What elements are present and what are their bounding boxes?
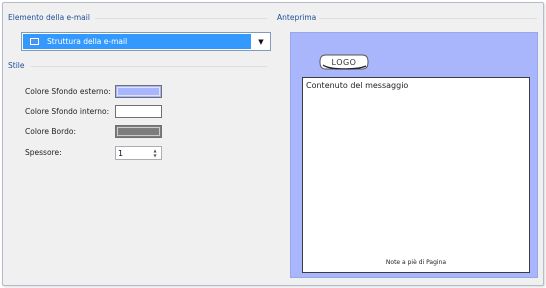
chevron-down-icon[interactable]: ▼ bbox=[252, 33, 270, 50]
preview-outer-area: LOGO Contenuto del messaggio Note a piè … bbox=[290, 32, 538, 278]
element-group-title: Elemento della e-mail bbox=[8, 13, 93, 22]
preview-group-title: Anteprima bbox=[277, 13, 320, 22]
thickness-input[interactable] bbox=[118, 147, 148, 159]
thickness-stepper[interactable]: ▲ ▼ bbox=[115, 146, 162, 160]
border-color-swatch[interactable] bbox=[115, 125, 162, 138]
style-editor-panel: Elemento della e-mail Struttura della e-… bbox=[2, 2, 544, 286]
dropdown-selected-label: Struttura della e-mail bbox=[47, 37, 128, 46]
preview-message-box: Contenuto del messaggio Note a piè di Pa… bbox=[302, 77, 530, 273]
preview-footer-text: Note a piè di Pagina bbox=[385, 259, 447, 266]
inner-bg-label: Colore Sfondo interno: bbox=[25, 107, 110, 116]
box-icon bbox=[30, 38, 39, 45]
dropdown-selected-item: Struttura della e-mail bbox=[23, 34, 251, 49]
preview-group-divider bbox=[319, 18, 537, 19]
email-element-dropdown[interactable]: Struttura della e-mail ▼ bbox=[21, 32, 271, 51]
style-group-title: Stile bbox=[8, 61, 28, 70]
thickness-label: Spessore: bbox=[25, 148, 62, 157]
arrow-down-icon[interactable]: ▼ bbox=[150, 153, 160, 158]
style-group-divider bbox=[31, 66, 267, 67]
outer-bg-color-swatch[interactable] bbox=[115, 85, 162, 98]
logo-text: LOGO bbox=[331, 57, 357, 67]
logo: LOGO bbox=[319, 53, 369, 71]
preview-message-text: Contenuto del messaggio bbox=[306, 81, 409, 90]
element-group-divider bbox=[95, 18, 267, 19]
stepper-buttons: ▲ ▼ bbox=[150, 148, 160, 158]
inner-bg-color-swatch[interactable] bbox=[115, 105, 162, 118]
border-color-label: Colore Bordo: bbox=[25, 127, 76, 136]
outer-bg-label: Colore Sfondo esterno: bbox=[25, 87, 111, 96]
